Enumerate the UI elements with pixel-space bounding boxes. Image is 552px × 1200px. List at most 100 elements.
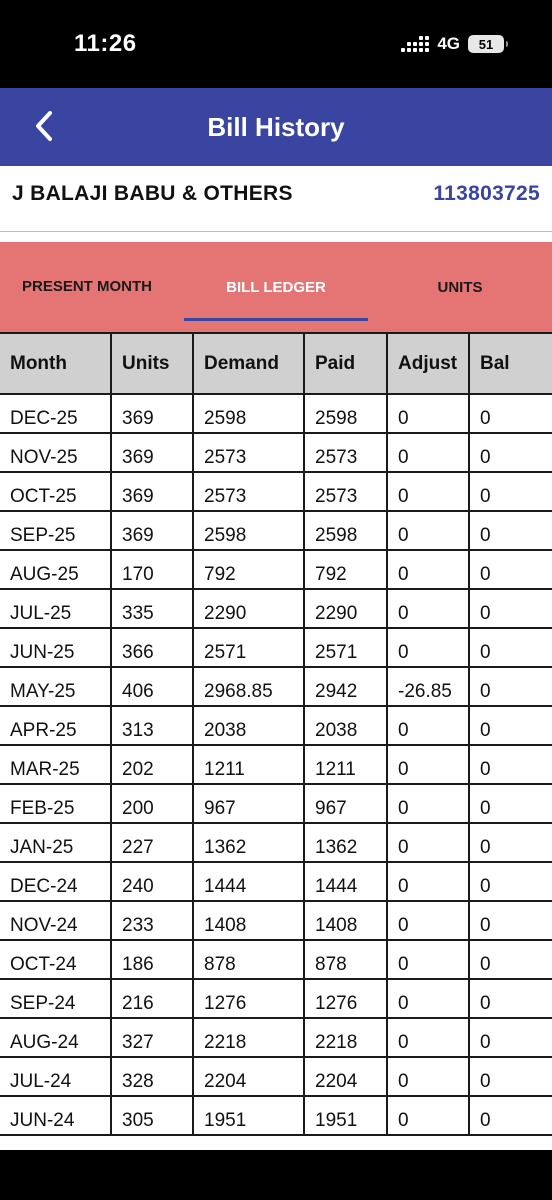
cell-demand: 2968.85 (192, 666, 305, 707)
page-title: Bill History (207, 112, 345, 142)
cell-paid: 2598 (303, 393, 388, 434)
cell-month: JUL-25 (0, 588, 112, 629)
consumer-name: J BALAJI BABU & OTHERS (12, 182, 293, 205)
cell-month: DEC-25 (0, 393, 112, 434)
cell-units: 227 (110, 822, 194, 863)
cell-demand: 2598 (192, 510, 305, 551)
battery-level: 51 (478, 36, 494, 52)
cell-adjust: 0 (386, 705, 470, 746)
cell-month: AUG-24 (0, 1017, 112, 1058)
cell-bal: 0 (468, 549, 552, 590)
cell-units: 369 (110, 471, 194, 512)
column-header-paid: Paid (303, 332, 388, 395)
cell-units: 216 (110, 978, 194, 1019)
column-header-bal: Bal (468, 332, 552, 395)
cell-adjust: 0 (386, 549, 470, 590)
cell-bal: 0 (468, 939, 552, 980)
cell-bal: 0 (468, 1017, 552, 1058)
cell-units: 305 (110, 1095, 194, 1136)
cell-bal: 0 (468, 705, 552, 746)
cell-paid: 878 (303, 939, 388, 980)
cell-adjust: 0 (386, 588, 470, 629)
cell-paid: 2942 (303, 666, 388, 707)
cell-paid: 1444 (303, 861, 388, 902)
cell-adjust: 0 (386, 510, 470, 551)
table-row: APR-25 313 2038 2038 0 0 (0, 705, 552, 746)
cell-demand: 1951 (192, 1095, 305, 1136)
cell-demand: 2573 (192, 471, 305, 512)
tab-units[interactable]: UNITS (400, 242, 520, 332)
cell-demand: 967 (192, 783, 305, 824)
bill-ledger-table: Month Units Demand Paid Adjust Bal DEC-2… (0, 332, 552, 1136)
cell-units: 186 (110, 939, 194, 980)
cell-bal: 0 (468, 822, 552, 863)
cell-paid: 1362 (303, 822, 388, 863)
cell-bal: 0 (468, 978, 552, 1019)
cell-paid: 792 (303, 549, 388, 590)
cell-demand: 2290 (192, 588, 305, 629)
cell-demand: 2598 (192, 393, 305, 434)
table-row: OCT-25 369 2573 2573 0 0 (0, 471, 552, 512)
cellular-signal-icon (401, 36, 430, 52)
cell-demand: 1276 (192, 978, 305, 1019)
table-header-row: Month Units Demand Paid Adjust Bal (0, 332, 552, 395)
cell-adjust: 0 (386, 432, 470, 473)
cell-paid: 2218 (303, 1017, 388, 1058)
table-row: JUN-25 366 2571 2571 0 0 (0, 627, 552, 668)
cell-demand: 1211 (192, 744, 305, 785)
status-icons: 4G 51 (401, 34, 508, 54)
cell-demand: 878 (192, 939, 305, 980)
cell-month: JUL-24 (0, 1056, 112, 1097)
table-row: DEC-24 240 1444 1444 0 0 (0, 861, 552, 902)
table-row: NOV-24 233 1408 1408 0 0 (0, 900, 552, 941)
cell-paid: 2290 (303, 588, 388, 629)
cell-paid: 2204 (303, 1056, 388, 1097)
cell-bal: 0 (468, 588, 552, 629)
table-row: AUG-24 327 2218 2218 0 0 (0, 1017, 552, 1058)
cell-units: 202 (110, 744, 194, 785)
table-row: MAY-25 406 2968.85 2942 -26.85 0 (0, 666, 552, 707)
consumer-number: 113803725 (433, 182, 540, 205)
cell-adjust: 0 (386, 978, 470, 1019)
cell-adjust: 0 (386, 1056, 470, 1097)
cell-demand: 1362 (192, 822, 305, 863)
cell-bal: 0 (468, 666, 552, 707)
table-row: JUL-25 335 2290 2290 0 0 (0, 588, 552, 629)
cell-demand: 2218 (192, 1017, 305, 1058)
cell-bal: 0 (468, 900, 552, 941)
cell-month: JUN-24 (0, 1095, 112, 1136)
cell-demand: 1444 (192, 861, 305, 902)
cell-month: NOV-24 (0, 900, 112, 941)
table-row: FEB-25 200 967 967 0 0 (0, 783, 552, 824)
table-row: OCT-24 186 878 878 0 0 (0, 939, 552, 980)
cell-units: 335 (110, 588, 194, 629)
cell-paid: 2573 (303, 432, 388, 473)
cell-month: DEC-24 (0, 861, 112, 902)
consumer-info: J BALAJI BABU & OTHERS 113803725 (0, 166, 552, 232)
status-bar: 11:26 4G 51 (0, 0, 552, 88)
cell-units: 369 (110, 510, 194, 551)
column-header-month: Month (0, 332, 112, 395)
cell-adjust: 0 (386, 783, 470, 824)
cell-paid: 967 (303, 783, 388, 824)
cell-paid: 2573 (303, 471, 388, 512)
table-row: JUN-24 305 1951 1951 0 0 (0, 1095, 552, 1136)
cell-demand: 2038 (192, 705, 305, 746)
cell-adjust: 0 (386, 627, 470, 668)
cell-units: 233 (110, 900, 194, 941)
cell-adjust: -26.85 (386, 666, 470, 707)
battery-icon: 51 (468, 35, 508, 53)
cell-demand: 1408 (192, 900, 305, 941)
cell-units: 313 (110, 705, 194, 746)
table-row: JAN-25 227 1362 1362 0 0 (0, 822, 552, 863)
cell-adjust: 0 (386, 744, 470, 785)
cell-adjust: 0 (386, 393, 470, 434)
cell-paid: 1211 (303, 744, 388, 785)
cell-month: MAR-25 (0, 744, 112, 785)
cell-adjust: 0 (386, 939, 470, 980)
table-row: AUG-25 170 792 792 0 0 (0, 549, 552, 590)
cell-adjust: 0 (386, 471, 470, 512)
cell-demand: 2571 (192, 627, 305, 668)
tab-present-month[interactable]: PRESENT MONTH (22, 242, 172, 332)
cell-demand: 792 (192, 549, 305, 590)
